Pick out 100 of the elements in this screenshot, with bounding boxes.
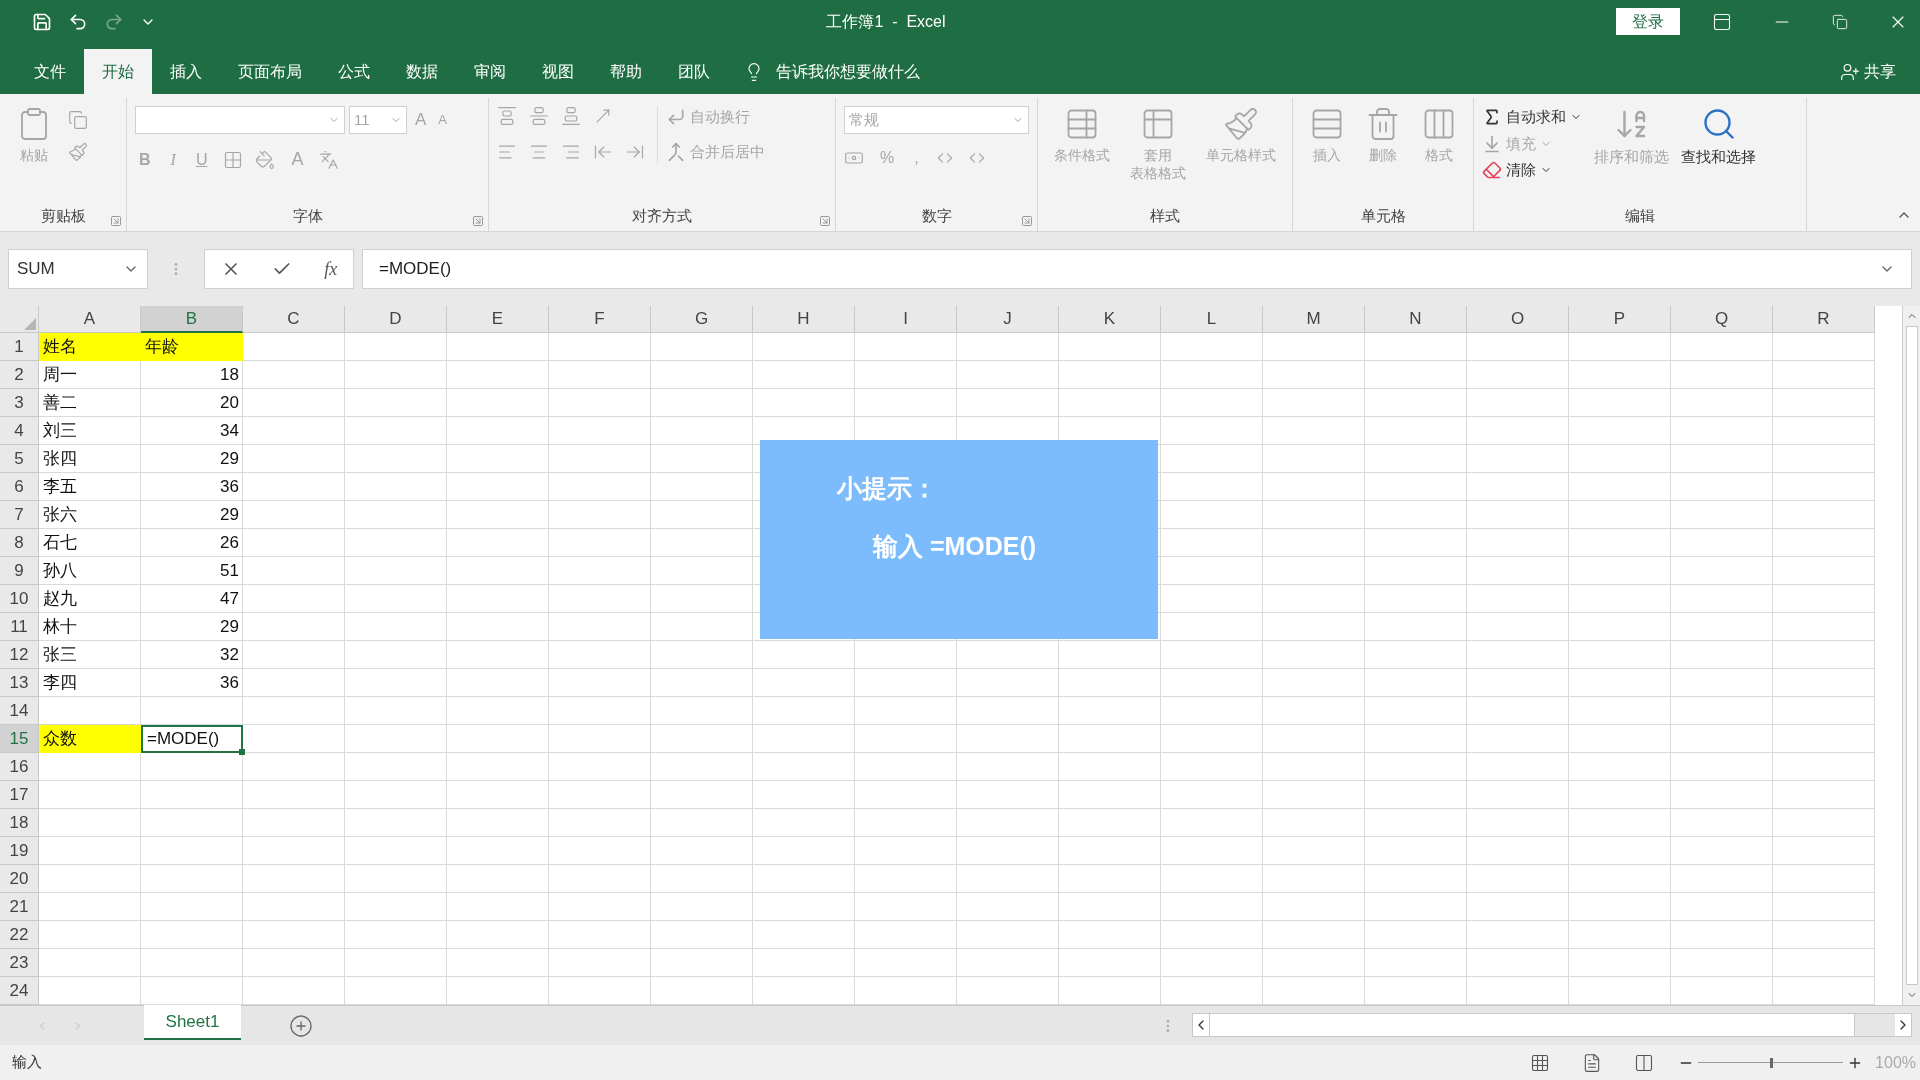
table-cell[interactable]: 善二 (39, 389, 141, 417)
undo-icon[interactable] (68, 11, 88, 32)
align-middle-icon[interactable] (529, 106, 549, 126)
ribbon-button[interactable]: 自动求和 (1482, 106, 1582, 129)
table-cell[interactable]: =MODE() (141, 725, 243, 753)
table-cell[interactable]: 29 (141, 613, 243, 641)
table-cell[interactable]: 石七 (39, 529, 141, 557)
table-cell[interactable]: 26 (141, 529, 243, 557)
row-header[interactable]: 13 (0, 669, 39, 697)
add-sheet-icon[interactable] (289, 1014, 313, 1038)
share-button[interactable]: 共享 (1840, 49, 1920, 94)
table-cell[interactable]: 姓名 (39, 333, 141, 361)
row-header[interactable]: 6 (0, 473, 39, 501)
column-header[interactable]: M (1263, 306, 1365, 333)
dialog-launcher-icon[interactable] (819, 215, 831, 227)
row-header[interactable]: 7 (0, 501, 39, 529)
normal-view-icon[interactable] (1530, 1052, 1551, 1073)
column-header[interactable]: G (651, 306, 753, 333)
table-cell[interactable]: 张六 (39, 501, 141, 529)
column-header[interactable]: R (1773, 306, 1875, 333)
column-header[interactable]: D (345, 306, 447, 333)
formula-field[interactable]: =MODE() (362, 249, 1912, 289)
row-header[interactable]: 10 (0, 585, 39, 613)
table-cell[interactable]: 刘三 (39, 417, 141, 445)
table-cell[interactable]: 周一 (39, 361, 141, 389)
row-header[interactable]: 3 (0, 389, 39, 417)
table-cell[interactable]: 赵九 (39, 585, 141, 613)
menu-tab[interactable]: 文件 (16, 49, 84, 94)
row-header[interactable]: 5 (0, 445, 39, 473)
table-cell[interactable]: 18 (141, 361, 243, 389)
scrollbar-thumb[interactable] (1905, 326, 1918, 985)
column-header[interactable]: I (855, 306, 957, 333)
row-header[interactable]: 15 (0, 725, 39, 753)
menu-tab[interactable]: 审阅 (456, 49, 524, 94)
column-header[interactable]: B (141, 306, 243, 333)
align-top-icon[interactable] (497, 106, 517, 126)
row-header[interactable]: 18 (0, 809, 39, 837)
row-header[interactable]: 9 (0, 557, 39, 585)
row-header[interactable]: 22 (0, 921, 39, 949)
row-header[interactable]: 11 (0, 613, 39, 641)
row-header[interactable]: 20 (0, 865, 39, 893)
ribbon-button[interactable]: 清除 (1482, 159, 1582, 182)
menu-tab[interactable]: 帮助 (592, 49, 660, 94)
table-cell[interactable]: 李五 (39, 473, 141, 501)
table-cell[interactable]: 36 (141, 473, 243, 501)
column-header[interactable]: F (549, 306, 651, 333)
horizontal-scrollbar-thumb[interactable] (1209, 1014, 1855, 1036)
phonetic-icon[interactable] (319, 149, 340, 170)
column-header[interactable]: J (957, 306, 1059, 333)
menu-tab[interactable]: 团队 (660, 49, 728, 94)
font-name-field[interactable] (135, 106, 345, 134)
paint-bucket-icon[interactable] (255, 149, 276, 170)
menu-tab[interactable]: 插入 (152, 49, 220, 94)
table-cell[interactable]: 孙八 (39, 557, 141, 585)
page-break-icon[interactable] (1634, 1052, 1655, 1073)
copy-icon[interactable] (68, 110, 88, 130)
row-header[interactable]: 16 (0, 753, 39, 781)
sheet-tab[interactable]: Sheet1 (144, 1005, 241, 1040)
column-header[interactable]: K (1059, 306, 1161, 333)
table-cell[interactable]: 47 (141, 585, 243, 613)
dialog-launcher-icon[interactable] (110, 215, 122, 227)
table-cell[interactable]: 李四 (39, 669, 141, 697)
menu-tab[interactable]: 数据 (388, 49, 456, 94)
row-header[interactable]: 8 (0, 529, 39, 557)
brush-icon[interactable] (68, 142, 88, 162)
ribbon-display-icon[interactable] (1712, 11, 1732, 32)
column-header[interactable]: L (1161, 306, 1263, 333)
dialog-launcher-icon[interactable] (472, 215, 484, 227)
column-header[interactable]: H (753, 306, 855, 333)
table-cell[interactable]: 51 (141, 557, 243, 585)
column-header[interactable]: O (1467, 306, 1569, 333)
column-header[interactable]: N (1365, 306, 1467, 333)
save-icon[interactable] (32, 11, 52, 32)
table-cell[interactable]: 张四 (39, 445, 141, 473)
table-cell[interactable]: 众数 (39, 725, 141, 753)
column-header[interactable]: Q (1671, 306, 1773, 333)
align-bottom-icon[interactable] (561, 106, 581, 126)
restore-icon[interactable] (1832, 13, 1848, 30)
menu-tab[interactable]: 公式 (320, 49, 388, 94)
column-header[interactable]: E (447, 306, 549, 333)
row-header[interactable]: 21 (0, 893, 39, 921)
table-cell[interactable]: 年龄 (141, 333, 243, 361)
row-header[interactable]: 23 (0, 949, 39, 977)
zoom-thumb[interactable] (1769, 1057, 1773, 1068)
row-header[interactable]: 17 (0, 781, 39, 809)
insert-function-button[interactable]: fx (324, 255, 338, 283)
ribbon-button[interactable]: 查找和选择 (1681, 102, 1756, 182)
column-header[interactable]: P (1569, 306, 1671, 333)
tell-me-field[interactable]: 告诉我你想要做什么 (776, 59, 920, 84)
name-box[interactable]: SUM (8, 249, 148, 289)
table-cell[interactable]: 32 (141, 641, 243, 669)
menu-tab[interactable]: 开始 (84, 49, 152, 94)
table-cell[interactable]: 34 (141, 417, 243, 445)
table-cell[interactable]: 张三 (39, 641, 141, 669)
zoom-slider[interactable] (1698, 1055, 1844, 1070)
table-cell[interactable]: 29 (141, 445, 243, 473)
table-cell[interactable]: 林十 (39, 613, 141, 641)
table-cell[interactable]: 29 (141, 501, 243, 529)
column-header[interactable]: C (243, 306, 345, 333)
table-cell[interactable]: 36 (141, 669, 243, 697)
